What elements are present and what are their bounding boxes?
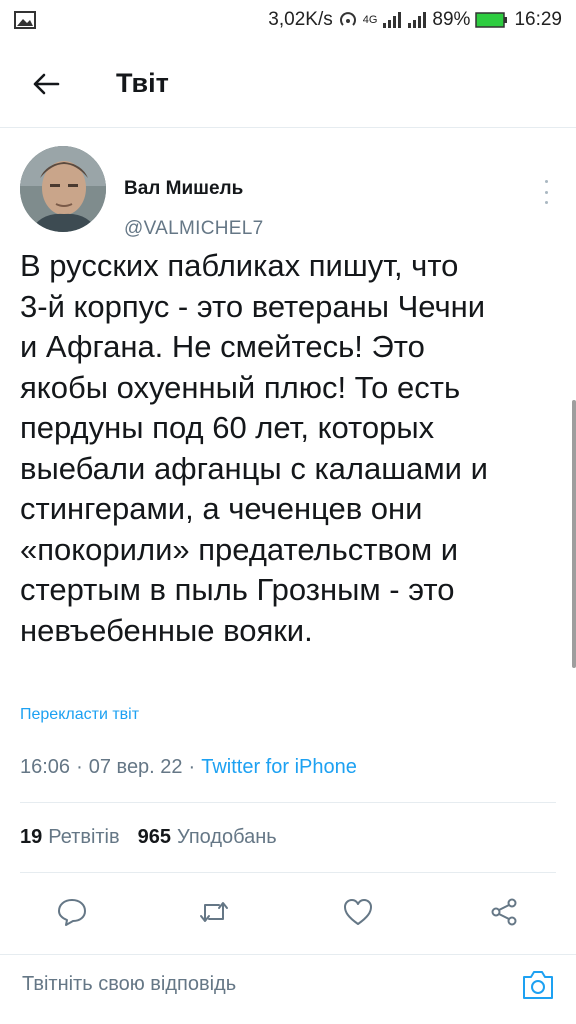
reply-icon	[58, 899, 86, 926]
more-vertical-icon-dot	[544, 201, 548, 204]
retweets-count[interactable]: 19	[20, 826, 42, 849]
clock: 16:29	[514, 9, 562, 30]
battery-percent: 89%	[432, 9, 471, 30]
reply-bar: Твітніть свою відповідь	[0, 954, 576, 1018]
page-title: Твіт	[116, 68, 169, 98]
app-header: Твіт	[0, 40, 576, 128]
retweet-button[interactable]	[192, 890, 236, 934]
reply-input[interactable]: Твітніть свою відповідь	[22, 973, 236, 996]
tweet-source-link[interactable]: Twitter for iPhone	[201, 756, 357, 779]
divider	[20, 802, 556, 803]
tweet-date: 07 вер. 22	[88, 756, 183, 778]
meta-separator: ·	[76, 756, 83, 778]
more-vertical-icon-dot	[544, 190, 548, 194]
likes-count[interactable]: 965	[138, 826, 171, 849]
retweet-icon	[200, 902, 228, 922]
status-right: 3,02K/s 4G 89% 16:29	[268, 9, 562, 31]
share-button[interactable]	[482, 890, 526, 934]
tweet-text: В русских пабликах пишут, что 3-й корпус…	[20, 248, 488, 648]
meta-separator: ·	[188, 756, 196, 778]
author-row: Вал Мишель @VALMICHEL7	[20, 146, 556, 239]
camera-icon	[523, 971, 553, 999]
translate-tweet-link[interactable]: Перекласти твіт	[20, 706, 139, 724]
signal-icon-1	[383, 12, 402, 28]
share-icon	[491, 898, 517, 926]
author-name[interactable]: Вал Мишель	[124, 178, 243, 200]
tweet-actions	[0, 890, 576, 934]
status-left	[14, 11, 36, 29]
avatar-image	[20, 146, 106, 232]
likes-label[interactable]: Уподобань	[177, 826, 277, 849]
author-handle[interactable]: @VALMICHEL7	[124, 218, 263, 240]
arrow-left-icon	[33, 73, 60, 94]
signal-icon-2	[408, 12, 427, 28]
gallery-notification-icon	[14, 11, 36, 29]
more-vertical-icon-dot	[544, 180, 548, 183]
battery-icon	[475, 12, 508, 28]
divider	[20, 872, 556, 873]
tweet-meta: 16:06 · 07 вер. 22 · Twitter for iPhone	[20, 756, 357, 779]
network-speed: 3,02K/s	[268, 9, 333, 30]
reply-button[interactable]	[50, 890, 94, 934]
back-button[interactable]	[24, 62, 68, 106]
heart-icon	[344, 899, 372, 925]
network-type: 4G	[362, 14, 378, 26]
tweet-time: 16:06	[20, 756, 71, 778]
avatar[interactable]	[20, 146, 106, 232]
camera-button[interactable]	[520, 967, 556, 1003]
more-options-button[interactable]	[536, 180, 556, 204]
like-button[interactable]	[336, 890, 380, 934]
retweets-label[interactable]: Ретвітів	[48, 826, 119, 849]
scrollbar[interactable]	[572, 400, 576, 668]
hotspot-icon	[339, 12, 356, 26]
tweet-stats: 19 Ретвітів 965 Уподобань	[20, 826, 277, 849]
status-bar: 3,02K/s 4G 89% 16:29	[0, 0, 576, 40]
